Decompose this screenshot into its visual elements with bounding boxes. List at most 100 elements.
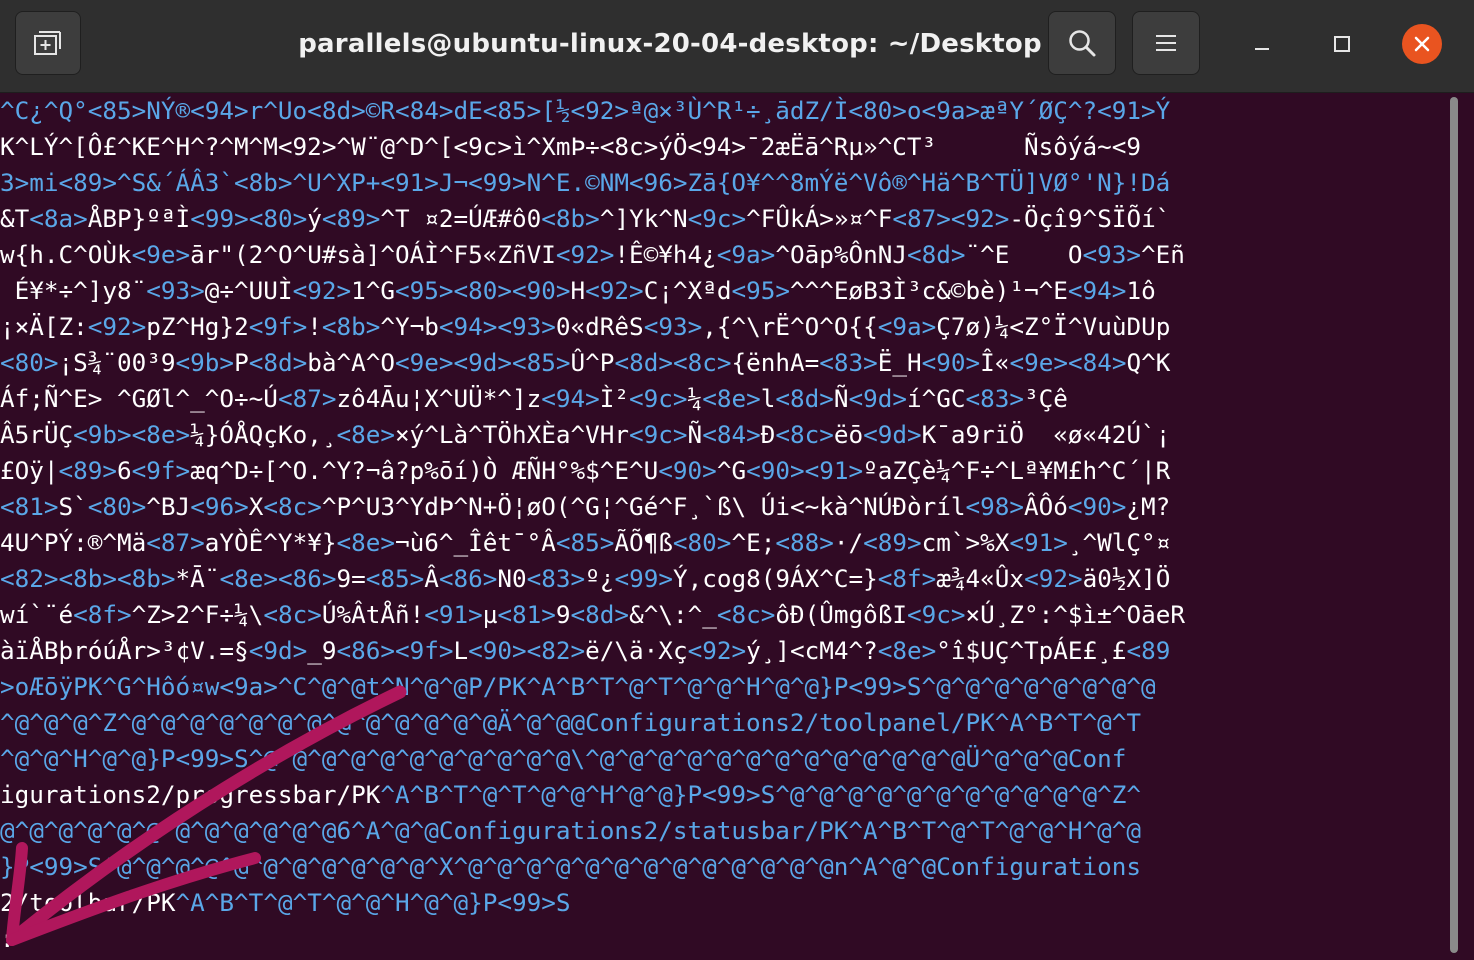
- terminal-text: ^Z>2^F÷¼\: [131, 600, 264, 629]
- terminal-text: ¼}ÓÅQçKo,¸: [190, 420, 337, 449]
- terminal-text: S`: [58, 492, 88, 521]
- terminal-line: 2/toolbar/PK^A^B^T^@^T^@^@^H^@^@}P<99>S: [0, 885, 1446, 921]
- terminal-text: Ñ: [687, 420, 703, 449]
- escape-sequence-text: <8b>: [541, 204, 600, 233]
- terminal-text: Â: [424, 564, 439, 593]
- escape-sequence-text: <94>: [541, 384, 600, 413]
- terminal-text: É¥*÷^]y8¨: [0, 276, 147, 305]
- terminal-text: ¿M?: [1126, 492, 1171, 521]
- escape-sequence-text: <8c>: [263, 600, 322, 629]
- window-title: parallels@ubuntu-linux-20-04-desktop: ~/…: [298, 29, 1042, 59]
- escape-sequence-text: >oÆōÿPK^G^Hôó¤w<9a>^C^@^@t^N^@^@P/PK^A^B…: [0, 672, 1156, 701]
- terminal-text: °î$UÇ^TpÁE£¸£: [936, 636, 1127, 665]
- maximize-button[interactable]: [1322, 24, 1362, 64]
- terminal-text: ÃÕ¶ß: [614, 528, 673, 557]
- minimize-icon: [1255, 48, 1269, 50]
- escape-sequence-text: <9e><9d><85>: [395, 348, 571, 377]
- escape-sequence-text: <91>: [1009, 528, 1068, 557]
- escape-sequence-text: <95><80><90>: [394, 276, 571, 305]
- escape-sequence-text: <90>: [1067, 492, 1127, 521]
- scrollbar-thumb[interactable]: [1450, 97, 1458, 953]
- escape-sequence-text: <8f>: [877, 564, 937, 593]
- minimize-button[interactable]: [1242, 24, 1282, 64]
- terminal-text: C¡^Xªd: [643, 276, 732, 305]
- escape-sequence-text: <85>: [365, 564, 425, 593]
- escape-sequence-text: <80>: [0, 348, 59, 377]
- escape-sequence-text: <99><80>: [190, 204, 308, 233]
- escape-sequence-text: <93>: [1082, 240, 1142, 269]
- terminal-text: 6: [117, 456, 132, 485]
- escape-sequence-text: <8e>: [702, 384, 761, 413]
- terminal-text: ¬ù6^_Îêt¯°Â: [394, 528, 556, 557]
- terminal-text: 1^G: [351, 276, 395, 305]
- terminal-text: µ: [482, 600, 498, 629]
- terminal-text: Q^K: [1126, 348, 1171, 377]
- terminal-text: ¡S¾¨00³9: [58, 348, 176, 377]
- title-bar[interactable]: parallels@ubuntu-linux-20-04-desktop: ~/…: [0, 0, 1474, 93]
- escape-sequence-text: <81>: [0, 492, 59, 521]
- escape-sequence-text: <8c>: [775, 420, 834, 449]
- escape-sequence-text: <8b>: [321, 312, 381, 341]
- escape-sequence-text: <93>: [643, 312, 703, 341]
- terminal-text: *Ā¨: [175, 564, 220, 593]
- terminal-text: £Oÿ|: [0, 456, 59, 485]
- close-button[interactable]: [1402, 24, 1442, 64]
- escape-sequence-text: <92>: [1024, 564, 1083, 593]
- terminal-line: >oÆōÿPK^G^Hôó¤w<9a>^C^@^@t^N^@^@P/PK^A^B…: [0, 669, 1446, 705]
- terminal-text: ^^^EøB3Ì³c&©bè)¹¬^E: [789, 276, 1068, 305]
- escape-sequence-text: ^A^B^T^@^T^@^@^H^@^@}P<99>S^@^@^@^@^@^@^…: [380, 780, 1141, 809]
- terminal-text: bà^A^O: [307, 348, 395, 377]
- terminal-text: º¿: [585, 564, 615, 593]
- terminal-text: P: [234, 348, 249, 377]
- terminal-text: æq^D÷[^O.^Y?¬â?p%ōí)Ò ÆÑH°%$^E^U: [190, 456, 659, 485]
- search-button[interactable]: [1048, 11, 1116, 75]
- escape-sequence-text: <98>: [965, 492, 1025, 521]
- terminal-text: ³Çê: [1024, 384, 1068, 413]
- escape-sequence-text: }P<99>S^@^@^@^@^@^@^@^@^@^@^@^X^@^@^@^@^…: [0, 852, 1141, 881]
- escape-sequence-text: <96>: [190, 492, 249, 521]
- terminal-text: ëō: [833, 420, 864, 449]
- terminal-line: :: [0, 921, 1446, 957]
- scrollbar[interactable]: [1446, 93, 1474, 960]
- terminal-text: ý¸]<cM4^?: [746, 636, 878, 665]
- terminal-text: @÷^UUÌ: [204, 276, 293, 305]
- escape-sequence-text: <83>: [526, 564, 586, 593]
- terminal-line: Áf;Ñ^E> ^GØl^_^O÷~Ú<87>zô4Āu¦X^UÜ*^]z<94…: [0, 381, 1446, 417]
- escape-sequence-text: <8c>: [716, 600, 776, 629]
- terminal-text: Û^P: [570, 348, 615, 377]
- terminal-text: Î«: [980, 348, 1010, 377]
- terminal-text: ä0½X]Ö: [1082, 564, 1171, 593]
- escape-sequence-text: ^A^B^T^@^T^@^@^H^@^@}P<99>S: [175, 888, 571, 917]
- terminal-text: àïÅBþróúÅr>³¢V.=§: [0, 636, 249, 665]
- terminal-text: æ¾4«Ûx: [936, 564, 1025, 593]
- escape-sequence-text: <8e>: [336, 528, 395, 557]
- menu-button[interactable]: [1132, 11, 1200, 75]
- escape-sequence-text: <94>: [1067, 276, 1127, 305]
- terminal-text: ×Ú¸Z°:^$ì±^OāeR: [965, 600, 1185, 629]
- escape-sequence-text: <8d>: [906, 240, 966, 269]
- terminal-text: 0«dRêS: [555, 312, 644, 341]
- escape-sequence-text: <83>: [965, 384, 1025, 413]
- terminal-output[interactable]: ^C¿^Q°<85>NÝ®<94>r^Uo<8d>©R<84>dE<85>[½<…: [0, 93, 1446, 960]
- escape-sequence-text: <91>: [424, 600, 483, 629]
- escape-sequence-text: <9f>: [131, 456, 191, 485]
- escape-sequence-text: <85>: [555, 528, 615, 557]
- terminal-text: K¯a9rïÖ «ø«42Ú`¡: [921, 420, 1171, 449]
- terminal-line: £Oÿ|<89>6<9f>æq^D÷[^O.^Y?¬â?p%ōí)Ò ÆÑH°%…: [0, 453, 1446, 489]
- new-tab-button[interactable]: [15, 11, 81, 75]
- terminal-text: ·/: [833, 528, 864, 557]
- escape-sequence-text: <9d>: [863, 420, 922, 449]
- escape-sequence-text: <8e><86>: [219, 564, 337, 593]
- terminal-text: !Ê©¥h4¿: [614, 240, 717, 269]
- search-icon: [1069, 30, 1096, 57]
- terminal-line: wí`¨é<8f>^Z>2^F÷¼\<8c>Ú%ÂtÅñ!<91>µ<81>9<…: [0, 597, 1446, 633]
- escape-sequence-text: <8f>: [73, 600, 132, 629]
- escape-sequence-text: <8e>: [336, 420, 395, 449]
- terminal-line: w{h.C^OÙk<9e>ār"(2^O^U#sà]^OÁÌ^F5«ZñVI<9…: [0, 237, 1446, 273]
- terminal-line: ^@^@^H^@^@}P<99>S^@^@^@^@^@^@^@^@^@^@^@\…: [0, 741, 1446, 777]
- terminal-text: 1ô: [1126, 276, 1156, 305]
- escape-sequence-text: <9c>: [907, 600, 966, 629]
- terminal-text: X: [248, 492, 264, 521]
- hamburger-menu-icon: [1156, 35, 1176, 51]
- terminal-text: cm`>%X: [921, 528, 1010, 557]
